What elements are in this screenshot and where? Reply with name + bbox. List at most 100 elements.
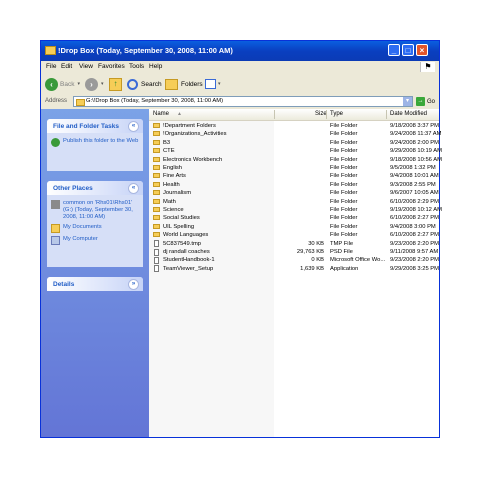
file-row[interactable]: Social Studies File Folder 6/10/2008 2:27 …	[149, 214, 439, 222]
up-button[interactable]: ↑	[109, 77, 122, 91]
explorer-window: !Drop Box (Today, September 30, 2008, 11…	[40, 40, 442, 438]
file-type: PSD File	[330, 249, 353, 255]
views-icon	[205, 79, 216, 89]
minimize-button[interactable]: _	[388, 44, 400, 56]
file-date-modified: 9/4/2008 3:00 PM	[390, 223, 436, 230]
menu-tools[interactable]: Tools	[129, 63, 144, 70]
folder-icon	[153, 173, 160, 179]
column-divider[interactable]	[326, 110, 327, 119]
expand-icon[interactable]: »	[128, 279, 139, 290]
file-name: CTE	[163, 148, 175, 155]
forward-button[interactable]: › ▾	[85, 77, 104, 91]
file-row[interactable]: Journalism File Folder 9/6/2007 10:05 AM	[149, 189, 439, 197]
file-row[interactable]: 5C837549.tmp 30 KB TMP File 9/23/2008 2:20 …	[149, 240, 439, 248]
chevron-down-icon: ▾	[101, 81, 104, 87]
file-row[interactable]: Health File Folder 9/3/2008 2:55 PM	[149, 181, 439, 189]
my-documents-link[interactable]: My Documents	[51, 224, 139, 233]
task-pane: File and Folder Tasks « Publish this fol…	[41, 109, 149, 437]
back-button[interactable]: ‹ Back ▾	[45, 77, 80, 91]
file-row[interactable]: Fine Arts File Folder 9/4/2008 10:01 AM	[149, 172, 439, 180]
file-name: World Languages	[163, 232, 209, 239]
file-name: Health	[163, 181, 180, 188]
close-button[interactable]: ×	[416, 44, 428, 56]
address-value: G:\!Drop Box (Today, September 30, 2008,…	[86, 98, 224, 104]
file-row[interactable]: !Organizations_Activities File Folder 9/24…	[149, 130, 441, 138]
address-dropdown-button[interactable]: ▾	[403, 97, 412, 106]
file-row[interactable]: TeamViewer_Setup 1,639 KB Application 9/29/…	[149, 265, 439, 273]
column-divider[interactable]	[386, 110, 387, 119]
file-row[interactable]: World Languages File Folder 6/10/2008 2:27…	[149, 231, 439, 239]
file-date-modified: 9/23/2008 2:20 PM	[390, 240, 439, 247]
folders-button[interactable]: Folders	[165, 77, 203, 91]
menu-help[interactable]: Help	[149, 63, 162, 70]
column-type[interactable]: Type	[330, 111, 343, 117]
search-label: Search	[141, 80, 162, 88]
file-date-modified: 9/6/2007 10:05 AM	[390, 190, 439, 197]
folder-icon	[153, 148, 160, 154]
go-label: Go	[427, 98, 436, 105]
file-date-modified: 9/5/2008 1:32 PM	[390, 165, 436, 171]
column-date-modified[interactable]: Date Modified	[390, 111, 427, 117]
address-input[interactable]: G:\!Drop Box (Today, September 30, 2008,…	[73, 96, 413, 107]
file-date-modified: 9/18/2008 3:37 PM	[390, 123, 439, 129]
publish-label: Publish this folder to the Web	[63, 138, 139, 144]
file-type: File Folder	[330, 139, 358, 146]
file-row[interactable]: B3 File Folder 9/24/2008 2:00 PM	[149, 139, 439, 147]
menu-file[interactable]: File	[46, 63, 56, 70]
file-row[interactable]: UIL Spelling File Folder 9/4/2008 3:00 PM	[149, 223, 439, 231]
publish-folder-link[interactable]: Publish this folder to the Web	[51, 138, 139, 147]
my-computer-link[interactable]: My Computer	[51, 236, 139, 245]
go-arrow-icon: →	[416, 97, 425, 106]
column-divider[interactable]	[274, 110, 275, 119]
file-list-view[interactable]: Name ▲ Size Type Date Modified !Departme…	[149, 109, 442, 437]
search-button[interactable]: Search	[127, 77, 162, 91]
file-name: 5C837549.tmp	[163, 240, 202, 247]
file-size: 30 KB	[308, 240, 324, 247]
file-icon	[154, 265, 159, 273]
folders-icon	[165, 78, 178, 90]
file-row[interactable]: English File Folder 9/5/2008 1:32 PM	[149, 164, 439, 172]
maximize-button[interactable]: □	[402, 44, 414, 56]
back-label: Back	[60, 80, 75, 88]
my-computer-label: My Computer	[63, 236, 98, 242]
file-name: !Organizations_Activities	[163, 131, 227, 138]
common-drive-link[interactable]: common on 'Rhs01\Rhs01' (G:) (Today, Sep…	[51, 200, 139, 221]
file-type: Microsoft Office Wo...	[330, 257, 386, 264]
address-label: Address	[45, 98, 68, 104]
file-row[interactable]: Math File Folder 6/10/2008 2:29 PM	[149, 198, 439, 206]
folder-icon	[153, 223, 160, 229]
go-button[interactable]: → Go	[416, 97, 435, 106]
folder-icon	[153, 190, 160, 196]
panel-title: Details	[53, 281, 75, 288]
column-name[interactable]: Name	[153, 111, 169, 117]
menu-view[interactable]: View	[79, 63, 93, 70]
file-row[interactable]: !Department Folders File Folder 9/18/2008 …	[149, 122, 439, 130]
collapse-icon[interactable]: «	[128, 183, 139, 194]
menu-edit[interactable]: Edit	[61, 63, 72, 70]
file-row[interactable]: Electronics Workbench File Folder 9/18/200…	[149, 156, 442, 164]
up-folder-icon: ↑	[109, 77, 122, 91]
file-name: B3	[163, 139, 171, 146]
file-name: TeamViewer_Setup	[163, 265, 214, 272]
file-type: File Folder	[330, 156, 358, 163]
file-row[interactable]: CTE File Folder 9/29/2008 10:19 AM	[149, 147, 442, 155]
computer-icon	[51, 236, 60, 245]
file-name: dj randall coaches	[163, 249, 210, 255]
collapse-icon[interactable]: «	[128, 121, 139, 132]
file-row[interactable]: dj randall coaches 29,763 KB PSD File 9/11/…	[149, 248, 439, 256]
title-bar[interactable]: !Drop Box (Today, September 30, 2008, 11…	[41, 41, 439, 61]
details-header[interactable]: Details »	[47, 277, 143, 291]
windows-logo-icon: ⚑	[420, 62, 435, 72]
folder-icon	[153, 215, 160, 221]
file-row[interactable]: StudentHandbook-1 0 KB Microsoft Office Wo…	[149, 256, 439, 264]
column-size[interactable]: Size	[315, 111, 327, 117]
other-places-header[interactable]: Other Places «	[47, 181, 143, 195]
file-folder-tasks-header[interactable]: File and Folder Tasks «	[47, 119, 143, 133]
views-button[interactable]: ▾	[205, 77, 221, 91]
file-row[interactable]: Science File Folder 9/19/2008 10:12 AM	[149, 206, 442, 214]
file-type: File Folder	[330, 131, 358, 138]
menu-favorites[interactable]: Favorites	[98, 63, 125, 70]
file-type: File Folder	[330, 223, 358, 230]
file-date-modified: 9/18/2008 10:56 AM	[390, 156, 442, 163]
file-date-modified: 9/19/2008 10:12 AM	[390, 207, 442, 213]
